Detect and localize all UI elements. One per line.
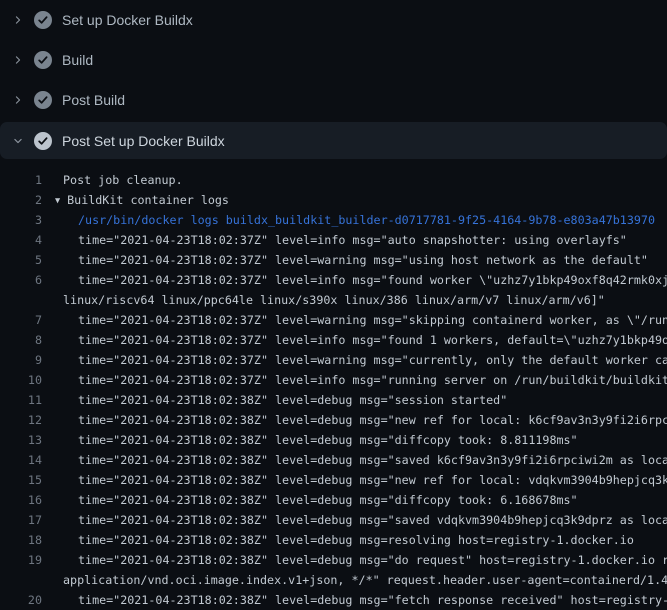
log-text: time="2021-04-23T18:02:38Z" level=debug … <box>42 590 667 610</box>
log-row: 11time="2021-04-23T18:02:38Z" level=debu… <box>0 390 667 410</box>
log-row: application/vnd.oci.image.index.v1+json,… <box>0 570 667 590</box>
line-number[interactable]: 14 <box>0 450 42 470</box>
line-number[interactable]: 3 <box>0 210 42 230</box>
step-row-post-set-up-docker-buildx[interactable]: Post Set up Docker Buildx <box>0 122 667 159</box>
log-row: 9time="2021-04-23T18:02:37Z" level=warni… <box>0 350 667 370</box>
line-number[interactable]: 4 <box>0 230 42 250</box>
group-title: BuildKit container logs <box>67 193 229 207</box>
log-text: time="2021-04-23T18:02:38Z" level=debug … <box>42 530 634 550</box>
log-text: time="2021-04-23T18:02:37Z" level=info m… <box>42 370 667 390</box>
log-row: 3/usr/bin/docker logs buildx_buildkit_bu… <box>0 210 667 230</box>
line-number[interactable]: 11 <box>0 390 42 410</box>
line-number[interactable]: 16 <box>0 490 42 510</box>
step-label: Set up Docker Buildx <box>62 12 193 28</box>
chevron-right-icon <box>12 52 24 68</box>
log-text: time="2021-04-23T18:02:38Z" level=debug … <box>42 490 578 510</box>
check-circle-icon <box>34 11 52 29</box>
line-number[interactable]: 9 <box>0 350 42 370</box>
check-circle-icon <box>34 51 52 69</box>
line-number[interactable]: 12 <box>0 410 42 430</box>
line-number[interactable]: 15 <box>0 470 42 490</box>
line-number[interactable]: 19 <box>0 550 42 570</box>
command-text: /usr/bin/docker logs buildx_buildkit_bui… <box>42 210 655 230</box>
line-number[interactable]: 20 <box>0 590 42 610</box>
step-label: Build <box>62 52 93 68</box>
log-row: 1Post job cleanup. <box>0 170 667 190</box>
chevron-right-icon <box>12 12 24 28</box>
log-text: time="2021-04-23T18:02:37Z" level=info m… <box>42 330 667 350</box>
line-number <box>0 290 42 310</box>
log-row: 4time="2021-04-23T18:02:37Z" level=info … <box>0 230 667 250</box>
log-text: time="2021-04-23T18:02:37Z" level=warnin… <box>42 310 667 330</box>
step-label: Post Build <box>62 92 125 108</box>
log-text: time="2021-04-23T18:02:38Z" level=debug … <box>42 390 507 410</box>
step-row-set-up-docker-buildx[interactable]: Set up Docker Buildx <box>0 0 667 40</box>
log-row: 2 ▼ BuildKit container logs <box>0 190 667 210</box>
line-number[interactable]: 8 <box>0 330 42 350</box>
log-text: time="2021-04-23T18:02:38Z" level=debug … <box>42 550 667 570</box>
log-row: 12time="2021-04-23T18:02:38Z" level=debu… <box>0 410 667 430</box>
line-number[interactable]: 13 <box>0 430 42 450</box>
group-collapse-icon[interactable]: ▼ <box>55 191 60 210</box>
log-row: 5time="2021-04-23T18:02:37Z" level=warni… <box>0 250 667 270</box>
steps-list: Set up Docker Buildx Build Post Build Post … <box>0 0 667 159</box>
step-label: Post Set up Docker Buildx <box>62 133 225 149</box>
log-row: 14time="2021-04-23T18:02:38Z" level=debu… <box>0 450 667 470</box>
log-row: 16time="2021-04-23T18:02:38Z" level=debu… <box>0 490 667 510</box>
line-number[interactable]: 7 <box>0 310 42 330</box>
line-number[interactable]: 5 <box>0 250 42 270</box>
chevron-down-icon <box>12 133 24 149</box>
log-text: time="2021-04-23T18:02:38Z" level=debug … <box>42 430 578 450</box>
log-text: time="2021-04-23T18:02:37Z" level=warnin… <box>42 350 667 370</box>
line-number[interactable]: 17 <box>0 510 42 530</box>
chevron-right-icon <box>12 92 24 108</box>
line-number[interactable]: 10 <box>0 370 42 390</box>
log-row: 8time="2021-04-23T18:02:37Z" level=info … <box>0 330 667 350</box>
line-number[interactable]: 2 <box>0 190 42 210</box>
log-row: 15time="2021-04-23T18:02:38Z" level=debu… <box>0 470 667 490</box>
line-number[interactable]: 6 <box>0 270 42 290</box>
step-row-build[interactable]: Build <box>0 40 667 80</box>
log-row: 10time="2021-04-23T18:02:37Z" level=info… <box>0 370 667 390</box>
log-area[interactable]: 1Post job cleanup.2 ▼ BuildKit container l… <box>0 159 667 610</box>
log-row: 13time="2021-04-23T18:02:38Z" level=debu… <box>0 430 667 450</box>
log-row: 6time="2021-04-23T18:02:37Z" level=info … <box>0 270 667 290</box>
log-row: 7time="2021-04-23T18:02:37Z" level=warni… <box>0 310 667 330</box>
line-number[interactable]: 18 <box>0 530 42 550</box>
line-number <box>0 570 42 590</box>
line-number[interactable]: 1 <box>0 170 42 190</box>
log-text: time="2021-04-23T18:02:38Z" level=debug … <box>42 450 667 470</box>
log-text: time="2021-04-23T18:02:37Z" level=info m… <box>42 230 627 250</box>
log-text: linux/riscv64 linux/ppc64le linux/s390x … <box>42 290 605 310</box>
log-text: time="2021-04-23T18:02:38Z" level=debug … <box>42 510 667 530</box>
log-row: 20time="2021-04-23T18:02:38Z" level=debu… <box>0 590 667 610</box>
log-row: 18time="2021-04-23T18:02:38Z" level=debu… <box>0 530 667 550</box>
log-text: ▼ BuildKit container logs <box>42 190 229 210</box>
check-circle-icon <box>34 132 52 150</box>
log-row: 19time="2021-04-23T18:02:38Z" level=debu… <box>0 550 667 570</box>
log-text: time="2021-04-23T18:02:38Z" level=debug … <box>42 410 667 430</box>
log-row: linux/riscv64 linux/ppc64le linux/s390x … <box>0 290 667 310</box>
log-text: application/vnd.oci.image.index.v1+json,… <box>42 570 667 590</box>
log-text: Post job cleanup. <box>42 170 183 190</box>
log-text: time="2021-04-23T18:02:37Z" level=info m… <box>42 270 667 290</box>
check-circle-icon <box>34 91 52 109</box>
step-row-post-build[interactable]: Post Build <box>0 80 667 120</box>
log-row: 17time="2021-04-23T18:02:38Z" level=debu… <box>0 510 667 530</box>
log-text: time="2021-04-23T18:02:38Z" level=debug … <box>42 470 667 490</box>
log-text: time="2021-04-23T18:02:37Z" level=warnin… <box>42 250 648 270</box>
